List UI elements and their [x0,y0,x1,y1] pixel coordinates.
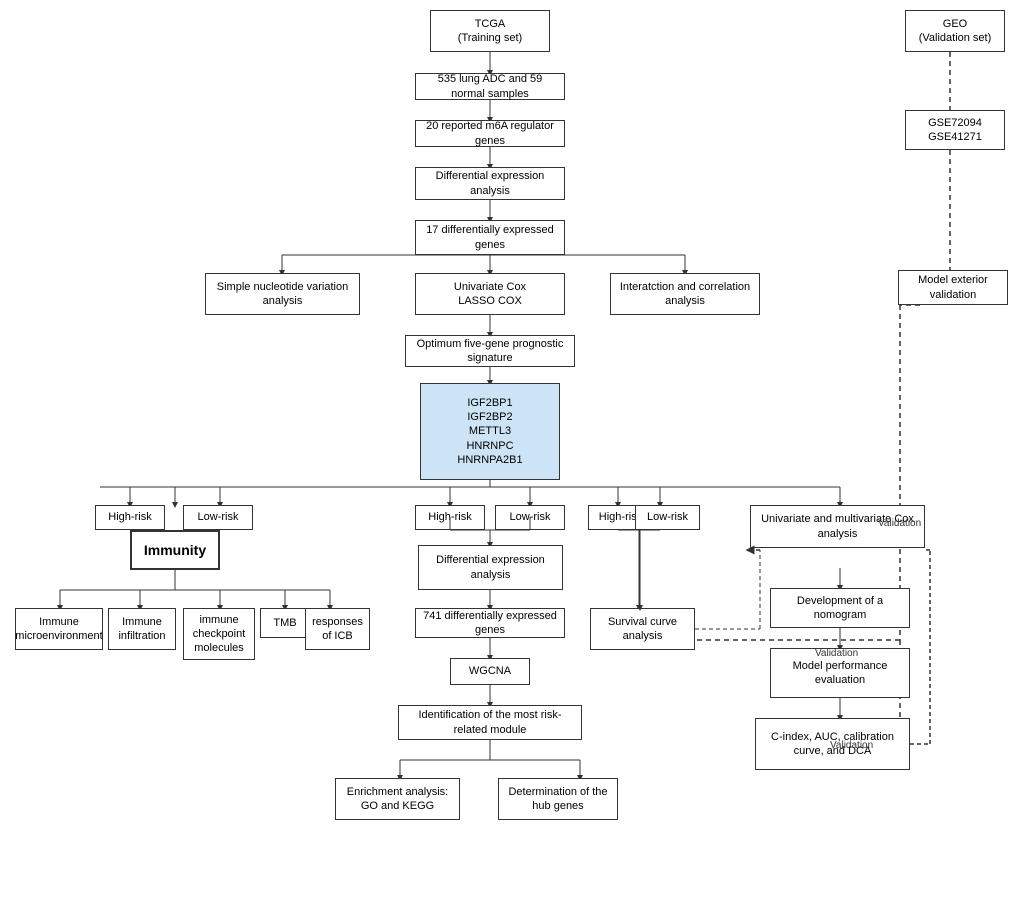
tmb-label: TMB [273,616,296,630]
immune-micro-label: Immune microenvironment [15,615,102,644]
univcox-box: Univariate CoxLASSO COX [415,273,565,315]
model-ext-box: Model exterior validation [898,270,1008,305]
gse-box: GSE72094GSE41271 [905,110,1005,150]
icb-box: responses of ICB [305,608,370,650]
nomogram-label: Development of a nomogram [777,594,903,623]
survival-label: Survival curve analysis [597,615,688,644]
immune-check-label: immune checkpoint molecules [190,613,248,656]
genes-box: IGF2BP1IGF2BP2METTL3HNRNPCHNRNPA2B1 [420,383,560,480]
m6a-label: 20 reported m6A regulator genes [422,119,558,148]
samples-box: 535 lung ADC and 59 normal samples [415,73,565,100]
highrisk1-label: High-risk [108,510,151,524]
lowrisk3-box: Low-risk [635,505,700,530]
diff17-label: 17 differentially expressed genes [422,223,558,252]
nomogram-box: Development of a nomogram [770,588,910,628]
lowrisk3-label: Low-risk [647,510,688,524]
m6a-box: 20 reported m6A regulator genes [415,120,565,147]
genes-label: IGF2BP1IGF2BP2METTL3HNRNPCHNRNPA2B1 [457,396,522,467]
immune-check-box: immune checkpoint molecules [183,608,255,660]
survival-box: Survival curve analysis [590,608,695,650]
immune-inf-label: Immune infiltration [115,615,169,644]
diff741-label: 741 differentially expressed genes [422,609,558,638]
validation1-label: Validation [878,518,921,529]
immune-inf-box: Immune infiltration [108,608,176,650]
immunity-box: Immunity [130,530,220,570]
icb-label: responses of ICB [312,615,363,644]
diffexpr-label: Differential expression analysis [422,169,558,198]
enrichment-label: Enrichment analysis: GO and KEGG [342,785,453,814]
wgcna-box: WGCNA [450,658,530,685]
model-perf-label: Model performance evaluation [777,659,903,688]
lowrisk1-label: Low-risk [198,510,239,524]
tcga-box: TCGA(Training set) [430,10,550,52]
flowchart: TCGA(Training set) GEO(Validation set) 5… [0,0,1020,903]
hub-genes-label: Determination of the hub genes [505,785,611,814]
univcox-label: Univariate CoxLASSO COX [454,280,526,309]
highrisk2-box: High-risk [415,505,485,530]
diffexpr2-label: Differential expression analysis [425,553,556,582]
enrichment-box: Enrichment analysis: GO and KEGG [335,778,460,820]
lowrisk1-box: Low-risk [183,505,253,530]
validation2-label: Validation [815,648,858,659]
diffexpr-box: Differential expression analysis [415,167,565,200]
highrisk2-label: High-risk [428,510,471,524]
most-risk-label: Identification of the most risk-related … [405,708,575,737]
model-ext-label: Model exterior validation [905,273,1001,302]
geo-box: GEO(Validation set) [905,10,1005,52]
most-risk-box: Identification of the most risk-related … [398,705,582,740]
interaction-box: Interatction and correlation analysis [610,273,760,315]
diff17-box: 17 differentially expressed genes [415,220,565,255]
hub-genes-box: Determination of the hub genes [498,778,618,820]
lowrisk2-label: Low-risk [510,510,551,524]
immune-micro-box: Immune microenvironment [15,608,103,650]
samples-label: 535 lung ADC and 59 normal samples [422,72,558,101]
optimum-box: Optimum five-gene prognostic signature [405,335,575,367]
tmb-box: TMB [260,608,310,638]
snv-box: Simple nucleotide variation analysis [205,273,360,315]
geo-label: GEO(Validation set) [919,17,992,46]
highrisk1-box: High-risk [95,505,165,530]
diffexpr2-box: Differential expression analysis [418,545,563,590]
optimum-label: Optimum five-gene prognostic signature [412,337,568,366]
gse-label: GSE72094GSE41271 [928,116,982,145]
tcga-label: TCGA(Training set) [458,17,522,46]
immunity-label: Immunity [144,541,206,559]
lowrisk2-box: Low-risk [495,505,565,530]
validation3-label: Validation [830,740,873,751]
interaction-label: Interatction and correlation analysis [617,280,753,309]
wgcna-label: WGCNA [469,664,511,678]
snv-label: Simple nucleotide variation analysis [212,280,353,309]
diff741-box: 741 differentially expressed genes [415,608,565,638]
